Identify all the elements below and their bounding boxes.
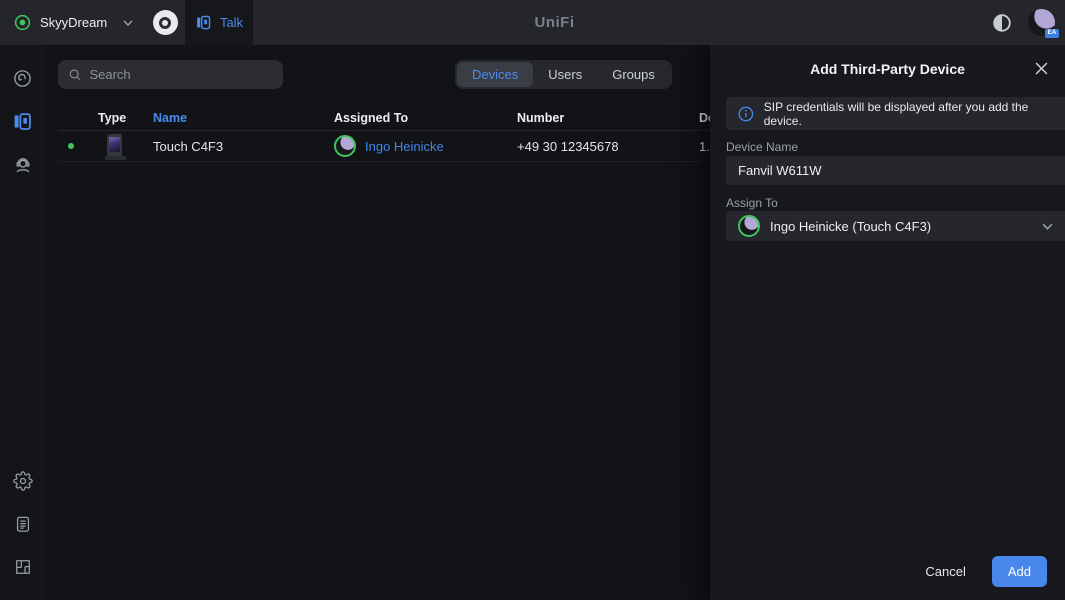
- console-status-icon: [14, 14, 31, 31]
- close-icon: [1035, 62, 1048, 75]
- add-button[interactable]: Add: [992, 556, 1047, 587]
- sidebar-item-users[interactable]: [0, 143, 45, 186]
- online-status-dot: [68, 143, 74, 149]
- talk-app-icon: [195, 14, 212, 31]
- tab-devices[interactable]: Devices: [457, 62, 533, 87]
- col-type[interactable]: Type: [98, 111, 153, 125]
- user-menu[interactable]: EA: [1028, 9, 1055, 36]
- unifi-os-button[interactable]: [145, 0, 185, 45]
- theme-toggle-icon[interactable]: [990, 11, 1014, 35]
- console-name: SkyyDream: [40, 15, 114, 30]
- device-name-field[interactable]: [726, 156, 1065, 185]
- info-icon: [738, 106, 754, 122]
- sidebar-item-settings[interactable]: [0, 459, 45, 502]
- close-button[interactable]: [1032, 59, 1050, 77]
- settings-gear-icon: [13, 471, 33, 491]
- panel-header: Add Third-Party Device: [710, 45, 1065, 93]
- devices-icon: [12, 111, 33, 132]
- assign-to-select[interactable]: Ingo Heinicke (Touch C4F3): [726, 211, 1065, 241]
- info-banner: SIP credentials will be displayed after …: [726, 97, 1065, 130]
- sidebar: [0, 45, 45, 600]
- assign-to-value: Ingo Heinicke (Touch C4F3): [770, 219, 1032, 234]
- search-box[interactable]: [58, 60, 283, 89]
- talk-tab-label: Talk: [220, 15, 243, 30]
- sidebar-item-floorplan[interactable]: [0, 545, 45, 588]
- cancel-button[interactable]: Cancel: [925, 564, 965, 579]
- tab-groups[interactable]: Groups: [597, 62, 670, 87]
- assigned-to-cell: Ingo Heinicke: [334, 135, 517, 157]
- panel-title: Add Third-Party Device: [810, 61, 965, 77]
- avatar-badge: EA: [1045, 29, 1059, 39]
- panel-footer: Cancel Add: [710, 542, 1065, 600]
- info-banner-text: SIP credentials will be displayed after …: [764, 100, 1065, 128]
- assign-to-label: Assign To: [726, 196, 778, 210]
- app-title: UniFi: [535, 0, 575, 45]
- assignee-avatar: [738, 215, 760, 237]
- devices-table: Type Name Assigned To Number De Touch C4…: [58, 105, 778, 162]
- device-thumbnail: [98, 133, 132, 160]
- unifi-os-icon: [153, 10, 178, 35]
- number-cell: +49 30 12345678: [517, 139, 699, 154]
- search-input[interactable]: [89, 67, 273, 82]
- table-header: Type Name Assigned To Number De: [58, 105, 778, 131]
- add-device-panel: Add Third-Party Device SIP credentials w…: [710, 45, 1065, 600]
- col-assigned-to[interactable]: Assigned To: [334, 111, 517, 125]
- users-headset-icon: [12, 154, 34, 176]
- col-number[interactable]: Number: [517, 111, 699, 125]
- floorplan-icon: [13, 557, 33, 577]
- console-switcher[interactable]: SkyyDream: [0, 0, 145, 45]
- tab-users[interactable]: Users: [533, 62, 597, 87]
- search-icon: [68, 67, 81, 82]
- sidebar-item-calls[interactable]: [0, 57, 45, 100]
- view-tabs: Devices Users Groups: [455, 60, 672, 89]
- sidebar-item-logs[interactable]: [0, 502, 45, 545]
- assignee-link[interactable]: Ingo Heinicke: [365, 139, 444, 154]
- assignee-avatar: [334, 135, 356, 157]
- top-bar: SkyyDream Talk UniFi EA: [0, 0, 1065, 45]
- sidebar-item-devices[interactable]: [0, 100, 45, 143]
- tab-talk[interactable]: Talk: [185, 0, 253, 45]
- calls-icon: [12, 68, 33, 89]
- col-name[interactable]: Name: [153, 111, 334, 125]
- logs-clipboard-icon: [13, 514, 33, 534]
- device-name-label: Device Name: [726, 140, 798, 154]
- chevron-down-icon: [123, 20, 133, 26]
- chevron-down-icon: [1042, 223, 1053, 230]
- device-name-cell: Touch C4F3: [153, 139, 334, 154]
- table-row[interactable]: Touch C4F3 Ingo Heinicke +49 30 12345678…: [58, 131, 778, 162]
